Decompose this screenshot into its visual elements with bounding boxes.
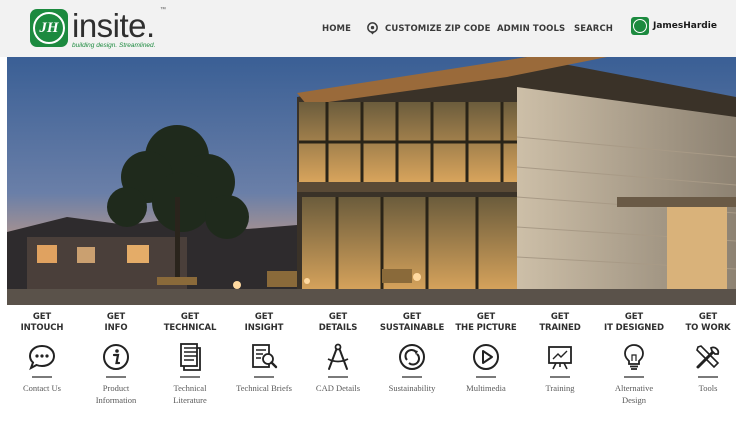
feature-links: GET INTOUCH Contact Us GET INFO Product Inf…: [0, 312, 736, 427]
get-details-link[interactable]: GET DETAILS CAD Details: [301, 312, 375, 394]
brand-label: JamesHardie: [653, 21, 717, 31]
item-label: Technical Literature: [173, 383, 207, 405]
get-technical-link[interactable]: GET TECHNICAL Technical Literature: [153, 312, 227, 406]
info-icon: [103, 344, 129, 370]
item-label: Contact Us: [22, 383, 61, 393]
item-title: GET INSIGHT: [244, 312, 284, 333]
recycle-icon: [399, 344, 425, 370]
jameshardie-logo-icon: [631, 17, 649, 35]
jh-logo-icon: JH: [30, 9, 68, 47]
nav-home-link[interactable]: HOME: [322, 0, 351, 57]
document-stack-icon: [180, 343, 201, 371]
hero-photo: [7, 57, 736, 305]
item-title: GET IT DESIGNED: [604, 312, 664, 333]
logo-trademark: ™: [160, 7, 166, 13]
item-title: GET TECHNICAL: [163, 312, 217, 333]
get-to-work-link[interactable]: GET TO WORK Tools: [671, 312, 736, 394]
nav-customize-zip-link[interactable]: CUSTOMIZE ZIP CODE: [366, 0, 490, 57]
get-insight-link[interactable]: GET INSIGHT Technical Briefs: [227, 312, 301, 394]
item-underline: [550, 376, 570, 378]
jameshardie-brand-link[interactable]: JamesHardie: [631, 17, 717, 35]
top-bar: JH insite. ™ building design. Streamline…: [0, 0, 736, 57]
item-title: GET INFO: [104, 312, 128, 333]
item-label: Sustainability: [388, 383, 436, 393]
logo-text: insite. ™ building design. Streamlined.: [72, 7, 166, 49]
chat-bubble-icon: [28, 344, 56, 371]
item-underline: [328, 376, 348, 378]
item-title: GET TO WORK: [685, 312, 731, 333]
tools-icon: [696, 345, 720, 369]
item-label: Alternative Design: [614, 383, 654, 405]
nav-admin-tools-link[interactable]: ADMIN TOOLS: [497, 0, 565, 57]
item-title: GET THE PICTURE: [455, 312, 517, 333]
item-label: Multimedia: [466, 383, 506, 393]
item-underline: [32, 376, 52, 378]
hero-image: [7, 57, 736, 305]
item-underline: [106, 376, 126, 378]
item-underline: [476, 376, 496, 378]
item-title: GET INTOUCH: [20, 312, 64, 333]
get-intouch-link[interactable]: GET INTOUCH Contact Us: [5, 312, 79, 394]
item-underline: [180, 376, 200, 378]
item-label: Training: [545, 383, 575, 393]
item-title: GET SUSTAINABLE: [379, 312, 445, 333]
get-trained-link[interactable]: GET TRAINED Training: [523, 312, 597, 394]
item-underline: [254, 376, 274, 378]
logo-tagline: building design. Streamlined.: [72, 42, 156, 49]
get-sustainable-link[interactable]: GET SUSTAINABLE Sustainability: [375, 312, 449, 394]
lightbulb-icon: [624, 344, 644, 370]
item-underline: [402, 376, 422, 378]
item-title: GET TRAINED: [539, 312, 581, 333]
get-info-link[interactable]: GET INFO Product Information: [79, 312, 153, 406]
item-label: Technical Briefs: [236, 383, 292, 393]
nav-customize-zip-label: CUSTOMIZE ZIP CODE: [385, 23, 491, 34]
get-it-designed-link[interactable]: GET IT DESIGNED Alternative Design: [597, 312, 671, 406]
item-label: Tools: [698, 383, 718, 393]
item-underline: [624, 376, 644, 378]
item-underline: [698, 376, 718, 378]
get-the-picture-link[interactable]: GET THE PICTURE Multimedia: [449, 312, 523, 394]
play-icon: [473, 344, 499, 370]
logo-word: insite.: [72, 7, 155, 44]
item-label: CAD Details: [315, 383, 361, 393]
item-label: Product Information: [95, 383, 137, 405]
drafting-compass-icon: [327, 343, 349, 370]
nav-search-link[interactable]: SEARCH: [574, 0, 613, 57]
presentation-screen-icon: [548, 346, 572, 370]
document-search-icon: [252, 344, 278, 369]
item-title: GET DETAILS: [318, 312, 358, 333]
insite-logo[interactable]: JH insite. ™ building design. Streamline…: [30, 7, 166, 51]
location-pin-icon: [367, 22, 378, 35]
